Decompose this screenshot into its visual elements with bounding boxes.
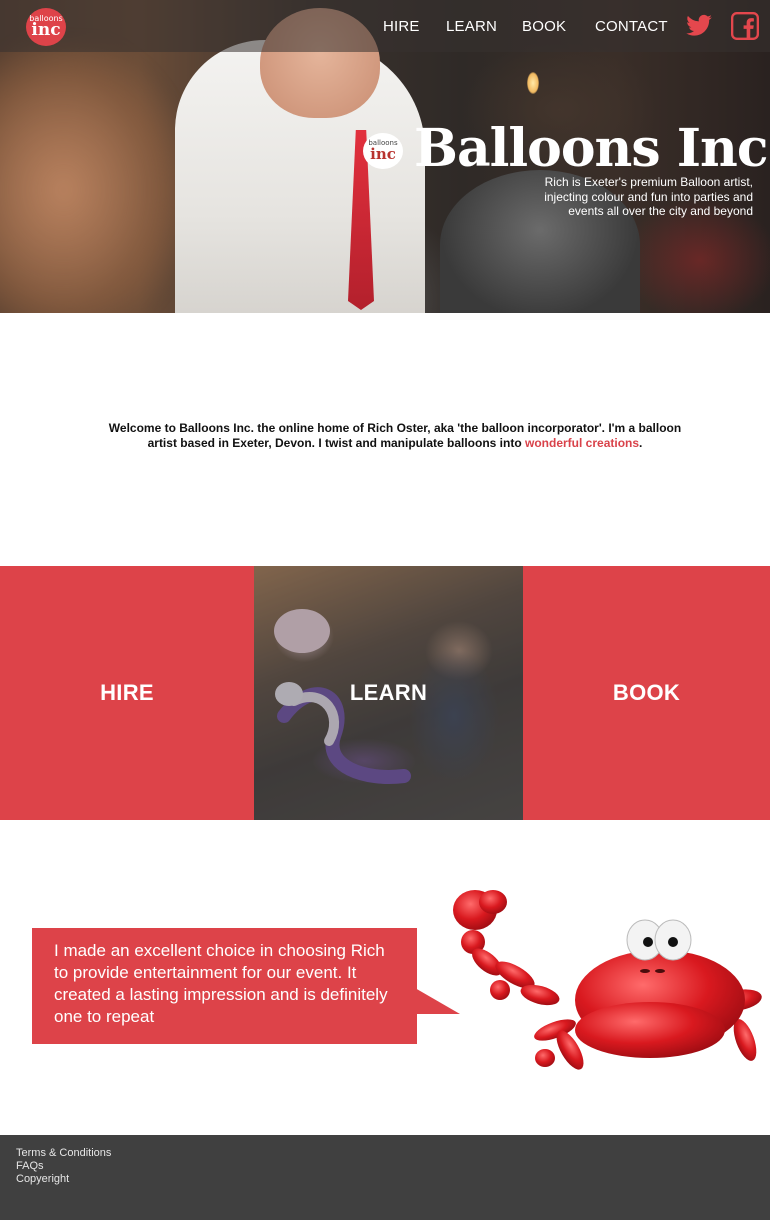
nav-contact[interactable]: CONTACT [595, 18, 668, 35]
footer-copyright-link[interactable]: Copyeright [16, 1173, 69, 1185]
balloon-crab-image [453, 890, 762, 1070]
tile-hire[interactable]: HIRE [0, 566, 254, 820]
wonderful-creations-link[interactable]: wonderful creations [525, 436, 639, 450]
twitter-icon[interactable] [685, 12, 713, 40]
facebook-icon[interactable] [731, 11, 759, 40]
hero-foreground-blur [0, 40, 190, 313]
logo[interactable]: balloons inc [26, 8, 66, 46]
footer-faqs-link[interactable]: FAQs [16, 1160, 44, 1172]
testimonial-bubble: I made an excellent choice in choosing R… [32, 928, 417, 1044]
hero-tagline: Rich is Exeter's premium Balloon artist,… [544, 175, 753, 218]
hero-lamp [527, 72, 539, 94]
hero-logo-badge: balloons inc [363, 133, 403, 169]
footer: Terms & Conditions FAQs Copyeright [0, 1135, 770, 1220]
hero-title: Balloons Inc. [414, 118, 770, 179]
footer-terms-link[interactable]: Terms & Conditions [16, 1147, 111, 1159]
top-navigation: balloons inc HIRE LEARN BOOK CONTACT [0, 0, 770, 52]
nav-learn[interactable]: LEARN [446, 18, 497, 35]
intro-text: Welcome to Balloons Inc. the online home… [108, 421, 682, 450]
nav-book[interactable]: BOOK [522, 18, 566, 35]
tile-learn[interactable]: LEARN [254, 566, 523, 820]
tile-book[interactable]: BOOK [523, 566, 770, 820]
nav-hire[interactable]: HIRE [383, 18, 420, 35]
